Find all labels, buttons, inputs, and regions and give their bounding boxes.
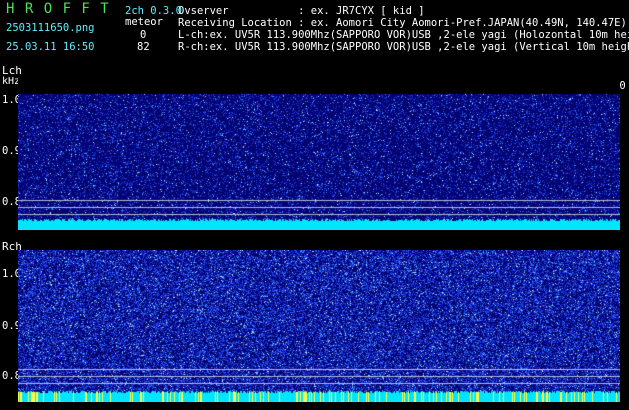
info-lch: L-ch:ex. UV5R 113.900Mhz(SAPPORO VOR)USB… — [178, 29, 629, 41]
app-title: H R O F F T — [6, 1, 110, 17]
lch-spectrogram — [18, 78, 620, 230]
info-observer: Ovserver : ex. JR7CYX [ kid ] — [178, 5, 425, 17]
info-rch: R-ch:ex. UV5R 113.900Mhz(SAPPORO VOR)USB… — [178, 41, 629, 53]
recording-datetime: 25.03.11 16:50 — [6, 41, 95, 53]
info-location: Receiving Location : ex. Aomori City Aom… — [178, 17, 627, 29]
meteor-label: meteor — [125, 16, 163, 28]
meteor-count-l: 0 — [140, 29, 147, 41]
rch-spectrogram — [18, 250, 620, 402]
file-name: 2503111650.png — [6, 22, 95, 34]
meteor-count-r: 82 — [137, 41, 150, 53]
